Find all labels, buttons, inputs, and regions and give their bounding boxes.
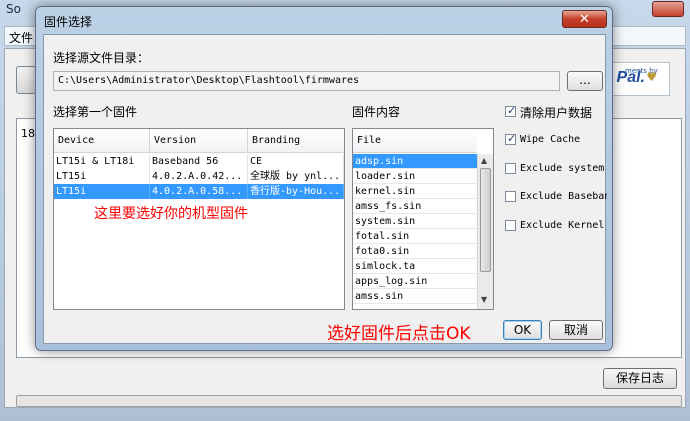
file-list[interactable]: File adsp.sin loader.sin kernel.sin amss… bbox=[352, 128, 494, 310]
file-item[interactable]: adsp.sin bbox=[353, 154, 477, 169]
column-header-branding[interactable]: Branding bbox=[248, 129, 344, 153]
exclude-kernel-label: Exclude Kernel bbox=[520, 220, 605, 231]
ok-button[interactable]: OK bbox=[503, 320, 542, 340]
dialog-title: 固件选择 bbox=[44, 15, 93, 29]
file-item[interactable]: system.sin bbox=[353, 214, 477, 229]
cell-device: LT15i bbox=[54, 184, 150, 199]
annotation-select-firmware: 这里要选好你的机型固件 bbox=[94, 206, 248, 222]
save-log-button[interactable]: 保存日志 bbox=[603, 368, 677, 389]
file-item[interactable]: amss_fs.sin bbox=[353, 199, 477, 214]
firmware-dialog: 固件选择 ✕ 选择源文件目录： C:\Users\Administrator\D… bbox=[35, 6, 613, 351]
wipe-cache-label: Wipe Cache bbox=[520, 134, 581, 145]
cell-version: 4.0.2.A.0.42... bbox=[150, 169, 248, 184]
dialog-body: 选择源文件目录： C:\Users\Administrator\Desktop\… bbox=[43, 34, 607, 344]
file-item[interactable]: apps_log.sin bbox=[353, 274, 477, 289]
cell-branding: 香行版-by-Hou... bbox=[248, 184, 344, 199]
table-row[interactable]: LT15i 4.0.2.A.0.42... 全球版 by ynl... bbox=[54, 169, 344, 184]
checkmark-icon: ✓ bbox=[507, 132, 517, 145]
file-item[interactable]: fota0.sin bbox=[353, 244, 477, 259]
column-header-version[interactable]: Version bbox=[150, 129, 248, 153]
table-row-selected[interactable]: LT15i 4.0.2.A.0.58... 香行版-by-Hou... bbox=[54, 184, 344, 199]
annotation-click-ok: 选好固件后点击OK bbox=[327, 324, 471, 344]
cell-device: LT15i & LT18i bbox=[54, 154, 150, 169]
scrollbar-thumb[interactable] bbox=[480, 168, 491, 272]
cell-branding: CE bbox=[248, 154, 344, 169]
scroll-down-icon[interactable]: ▼ bbox=[481, 295, 487, 304]
cell-device: LT15i bbox=[54, 169, 150, 184]
firmware-table[interactable]: Device Version Branding LT15i & LT18i Ba… bbox=[53, 128, 345, 310]
exclude-system-checkbox[interactable] bbox=[505, 163, 516, 174]
firmware-label: 选择第一个固件 bbox=[53, 105, 138, 119]
file-item[interactable]: simlock.ta bbox=[353, 259, 477, 274]
cell-version: 4.0.2.A.0.58... bbox=[150, 184, 248, 199]
wipe-data-checkbox[interactable]: ✓ bbox=[505, 104, 517, 117]
column-header-file[interactable]: File bbox=[353, 129, 477, 153]
wipe-data-label: 清除用户数据 bbox=[520, 106, 593, 120]
source-dir-field[interactable]: C:\Users\Administrator\Desktop\Flashtool… bbox=[53, 71, 560, 91]
wipe-cache-checkbox[interactable]: ✓ bbox=[505, 132, 517, 145]
main-window-title: So bbox=[6, 2, 21, 16]
heart-icon: ♥ bbox=[646, 70, 657, 84]
progress-bar bbox=[16, 395, 682, 407]
main-window-controls bbox=[612, 0, 686, 20]
file-list-scrollbar[interactable]: ▲ ▼ bbox=[477, 154, 493, 309]
exclude-baseband-checkbox[interactable] bbox=[505, 191, 516, 202]
exclude-baseband-label: Exclude Baseband bbox=[520, 191, 607, 202]
exclude-kernel-checkbox[interactable] bbox=[505, 220, 516, 231]
file-item[interactable]: loader.sin bbox=[353, 169, 477, 184]
file-item[interactable]: fotal.sin bbox=[353, 229, 477, 244]
close-icon[interactable] bbox=[652, 1, 684, 17]
paypal-text: Pal. bbox=[616, 69, 645, 86]
column-header-device[interactable]: Device bbox=[54, 129, 150, 153]
menu-file[interactable]: 文件 bbox=[9, 29, 33, 46]
file-item[interactable]: amss.sin bbox=[353, 289, 477, 304]
close-icon[interactable]: ✕ bbox=[562, 10, 607, 28]
browse-button[interactable]: ... bbox=[567, 71, 603, 91]
cell-branding: 全球版 by ynl... bbox=[248, 169, 344, 184]
scroll-up-icon[interactable]: ▲ bbox=[481, 156, 487, 165]
toolbar-button[interactable] bbox=[16, 66, 36, 94]
table-row[interactable]: LT15i & LT18i Baseband 56 CE bbox=[54, 154, 344, 169]
cell-version: Baseband 56 bbox=[150, 154, 248, 169]
file-item[interactable]: kernel.sin bbox=[353, 184, 477, 199]
source-dir-label: 选择源文件目录： bbox=[53, 51, 150, 65]
firmware-content-label: 固件内容 bbox=[352, 105, 401, 119]
exclude-system-label: Exclude system bbox=[520, 163, 605, 174]
cancel-button[interactable]: 取消 bbox=[549, 320, 603, 340]
checkmark-icon: ✓ bbox=[507, 104, 517, 117]
